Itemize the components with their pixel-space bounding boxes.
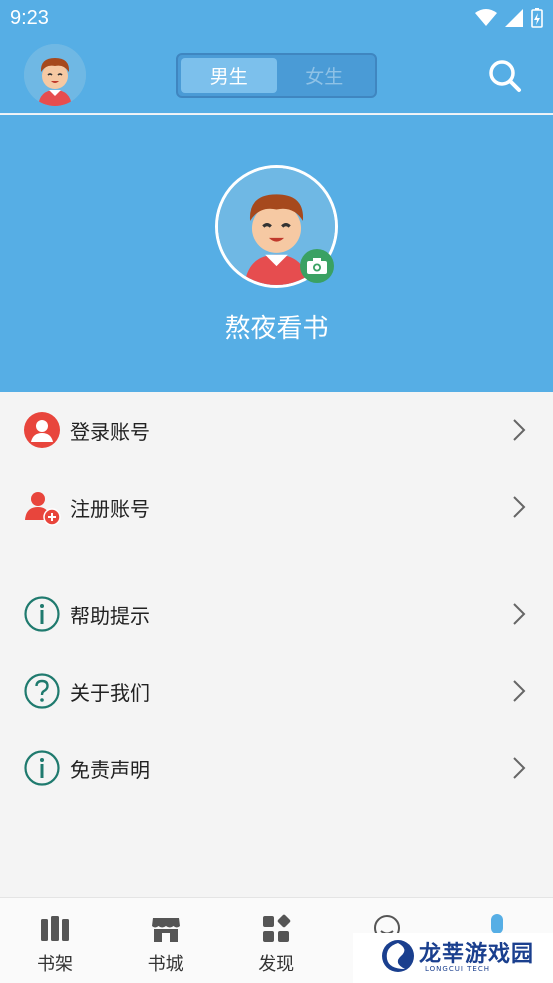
nav-item-bookshelf[interactable]: 书架 [0, 898, 111, 983]
chevron-right-icon [513, 603, 526, 625]
info-icon [24, 750, 60, 786]
tab-male[interactable]: 男生 [181, 58, 277, 93]
menu-label-help: 帮助提示 [70, 603, 150, 628]
profile-name: 熬夜看书 [224, 314, 329, 344]
menu-label-register: 注册账号 [70, 496, 150, 521]
discover-icon [263, 914, 291, 942]
nav-label-bookshelf: 书架 [37, 954, 73, 975]
menu-label-login: 登录账号 [70, 419, 150, 444]
menu-label-disclaimer: 免责声明 [70, 757, 150, 782]
info-icon [24, 596, 60, 632]
chevron-right-icon [513, 419, 526, 441]
battery-icon [531, 8, 543, 28]
signal-icon [505, 9, 523, 27]
nav-label-discover: 发现 [258, 954, 295, 975]
nav-item-store[interactable]: 书城 [111, 898, 222, 983]
watermark-subtitle: LONGCUI TECH [425, 965, 490, 973]
watermark-title: 龙莘游戏园 [419, 942, 535, 967]
gender-switch: 男生 女生 [176, 53, 377, 98]
camera-icon[interactable] [300, 249, 334, 283]
watermark-logo-icon [382, 940, 414, 972]
wifi-icon [475, 9, 497, 26]
status-icons [475, 8, 543, 28]
nav-label-store: 书城 [147, 954, 184, 975]
chevron-right-icon [513, 496, 526, 518]
user-register-icon [25, 492, 61, 526]
profile-hero: 熬夜看书 [0, 115, 553, 392]
status-bar: 9:23 [0, 0, 553, 40]
nav-item-discover[interactable]: 发现 [221, 898, 332, 983]
menu-item-about[interactable]: 关于我们 [0, 656, 553, 726]
top-header: 男生 女生 [0, 40, 553, 114]
menu-item-disclaimer[interactable]: 免责声明 [0, 733, 553, 803]
watermark: 龙莘游戏园 LONGCUI TECH [353, 933, 553, 983]
search-icon[interactable] [487, 58, 523, 94]
menu-item-help[interactable]: 帮助提示 [0, 579, 553, 649]
store-icon [151, 918, 180, 942]
header-avatar[interactable] [24, 44, 86, 106]
chevron-right-icon [513, 680, 526, 702]
menu-item-register[interactable]: 注册账号 [0, 472, 553, 542]
tab-female[interactable]: 女生 [277, 58, 373, 93]
chevron-right-icon [513, 757, 526, 779]
menu-label-about: 关于我们 [70, 680, 150, 705]
menu-item-login[interactable]: 登录账号 [0, 395, 553, 465]
status-time: 9:23 [10, 7, 49, 29]
bookshelf-icon [41, 916, 69, 941]
user-login-icon [24, 412, 60, 448]
question-icon [24, 673, 60, 709]
